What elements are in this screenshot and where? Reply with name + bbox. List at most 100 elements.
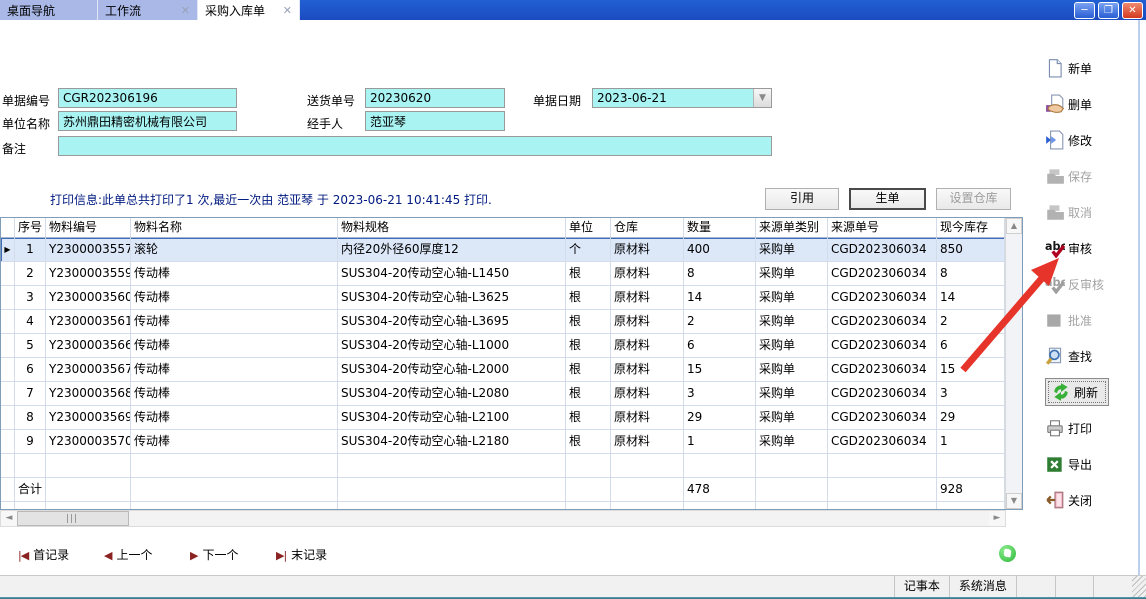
table-row[interactable]: 3Y2300003560传动棒SUS304-20传动空心轴-L3625根原材料1… bbox=[1, 286, 1022, 310]
table-row[interactable]: ▶1Y2300003557滚轮内径20外径60厚度12个原材料400采购单CGD… bbox=[1, 238, 1022, 262]
vertical-scrollbar[interactable]: ▲ ▼ bbox=[1005, 218, 1022, 509]
row-selector bbox=[1, 310, 15, 334]
sidebar-button-refresh[interactable]: 刷新 bbox=[1025, 374, 1138, 410]
scrollbar-thumb[interactable] bbox=[17, 511, 129, 526]
table-row[interactable]: 4Y2300003561传动棒SUS304-20传动空心轴-L3695根原材料2… bbox=[1, 310, 1022, 334]
remark-field[interactable] bbox=[58, 136, 772, 156]
column-header[interactable]: 现今库存 bbox=[937, 218, 1005, 238]
column-header[interactable]: 序号 bbox=[15, 218, 46, 238]
company-label: 单位名称 bbox=[2, 115, 50, 132]
scroll-right-icon[interactable]: ► bbox=[989, 511, 1005, 526]
sidebar-button-cancel: 取消 bbox=[1025, 194, 1138, 230]
table-cell bbox=[566, 502, 611, 510]
status-ok-icon bbox=[999, 545, 1016, 562]
table-row[interactable]: 5Y2300003566传动棒SUS304-20传动空心轴-L1000根原材料6… bbox=[1, 334, 1022, 358]
sidebar-button-delete-doc[interactable]: 删单 bbox=[1025, 86, 1138, 122]
chevron-down-icon[interactable]: ▼ bbox=[753, 89, 771, 107]
column-header[interactable]: 物料规格 bbox=[338, 218, 566, 238]
row-selector bbox=[1, 358, 15, 382]
last-record-icon: ▶| bbox=[276, 549, 286, 562]
column-header[interactable]: 来源单类别 bbox=[756, 218, 828, 238]
close-button[interactable]: ✕ bbox=[1122, 2, 1143, 19]
column-header[interactable]: 数量 bbox=[684, 218, 756, 238]
tab-purchase-inbound[interactable]: 采购入库单 ✕ bbox=[198, 0, 300, 20]
column-header[interactable]: 来源单号 bbox=[828, 218, 937, 238]
table-cell: 根 bbox=[566, 406, 611, 430]
sidebar-button-close-door[interactable]: 关闭 bbox=[1025, 482, 1138, 518]
unaudit-icon: abc bbox=[1045, 274, 1065, 294]
table-row[interactable]: 7Y2300003568传动棒SUS304-20传动空心轴-L2080根原材料3… bbox=[1, 382, 1022, 406]
table-cell bbox=[131, 502, 338, 510]
grid-body: 序号物料编号物料名称物料规格单位仓库数量来源单类别来源单号现今库存▶1Y2300… bbox=[1, 218, 1022, 510]
table-cell: CGD202306034 bbox=[828, 358, 937, 382]
table-cell: CGD202306034 bbox=[828, 262, 937, 286]
table-cell: 2 bbox=[15, 262, 46, 286]
previous-record-button[interactable]: ◀上一个 bbox=[104, 543, 152, 567]
tab-workflow[interactable]: 工作流 ✕ bbox=[98, 0, 198, 20]
doc-date-combo[interactable]: 2023-06-21 ▼ bbox=[592, 88, 772, 108]
table-row[interactable]: 2Y2300003559传动棒SUS304-20传动空心轴-L1450根原材料8… bbox=[1, 262, 1022, 286]
table-cell: CGD202306034 bbox=[828, 406, 937, 430]
scroll-down-icon[interactable]: ▼ bbox=[1006, 493, 1022, 509]
table-row[interactable]: 9Y2300003570传动棒SUS304-20传动空心轴-L2180根原材料1… bbox=[1, 430, 1022, 454]
last-record-button[interactable]: ▶|末记录 bbox=[276, 543, 327, 567]
table-cell: 根 bbox=[566, 382, 611, 406]
first-record-button[interactable]: |◀首记录 bbox=[18, 543, 69, 567]
sidebar-button-new-doc[interactable]: 新单 bbox=[1025, 50, 1138, 86]
sidebar-button-audit[interactable]: abc审核 bbox=[1025, 230, 1138, 266]
delivery-no-field[interactable] bbox=[365, 88, 505, 108]
horizontal-scrollbar[interactable]: ◄ ► bbox=[0, 510, 1006, 527]
minimize-button[interactable]: ─ bbox=[1074, 2, 1095, 19]
sidebar-button-edit-doc[interactable]: 修改 bbox=[1025, 122, 1138, 158]
table-cell: 根 bbox=[566, 310, 611, 334]
table-cell: 滚轮 bbox=[131, 238, 338, 262]
table-cell: 采购单 bbox=[756, 406, 828, 430]
tab-strip: 桌面导航 工作流 ✕ 采购入库单 ✕ bbox=[0, 0, 300, 20]
table-row[interactable]: 6Y2300003567传动棒SUS304-20传动空心轴-L2000根原材料1… bbox=[1, 358, 1022, 382]
close-tab-icon[interactable]: ✕ bbox=[283, 4, 292, 17]
sidebar-button-find[interactable]: 查找 bbox=[1025, 338, 1138, 374]
column-header[interactable]: 物料名称 bbox=[131, 218, 338, 238]
table-cell bbox=[937, 454, 1005, 478]
scroll-left-icon[interactable]: ◄ bbox=[1, 511, 17, 526]
table-cell: 采购单 bbox=[756, 286, 828, 310]
table-cell: 400 bbox=[684, 238, 756, 262]
column-header[interactable]: 仓库 bbox=[611, 218, 684, 238]
table-cell: CGD202306034 bbox=[828, 310, 937, 334]
sidebar-button-save: 保存 bbox=[1025, 158, 1138, 194]
table-cell: Y2300003559 bbox=[46, 262, 131, 286]
doc-no-field[interactable] bbox=[58, 88, 237, 108]
column-header[interactable]: 单位 bbox=[566, 218, 611, 238]
table-cell: 原材料 bbox=[611, 310, 684, 334]
sidebar-button-export[interactable]: 导出 bbox=[1025, 446, 1138, 482]
total-label: 合计 bbox=[15, 478, 46, 502]
sidebar-button-print[interactable]: 打印 bbox=[1025, 410, 1138, 446]
reference-button[interactable]: 引用 bbox=[765, 188, 839, 210]
table-cell: 8 bbox=[684, 262, 756, 286]
handler-field[interactable] bbox=[365, 111, 505, 131]
resize-grip[interactable] bbox=[1132, 576, 1146, 597]
company-field[interactable] bbox=[58, 111, 237, 131]
tab-desktop-nav[interactable]: 桌面导航 bbox=[0, 0, 98, 20]
restore-button[interactable]: ❐ bbox=[1098, 2, 1119, 19]
table-cell bbox=[611, 454, 684, 478]
table-cell: SUS304-20传动空心轴-L2180 bbox=[338, 430, 566, 454]
table-cell: 1 bbox=[937, 430, 1005, 454]
close-tab-icon[interactable]: ✕ bbox=[181, 4, 190, 17]
next-record-button[interactable]: ▶下一个 bbox=[190, 543, 238, 567]
sidebar-button-label: 批准 bbox=[1068, 312, 1092, 329]
table-cell: 2 bbox=[684, 310, 756, 334]
column-header[interactable]: 物料编号 bbox=[46, 218, 131, 238]
table-cell: CGD202306034 bbox=[828, 382, 937, 406]
table-cell: 3 bbox=[684, 382, 756, 406]
table-row[interactable]: 8Y2300003569传动棒SUS304-20传动空心轴-L2100根原材料2… bbox=[1, 406, 1022, 430]
save-icon bbox=[1045, 166, 1065, 186]
set-warehouse-button[interactable]: 设置仓库 bbox=[936, 188, 1011, 210]
sidebar-button-label: 关闭 bbox=[1068, 492, 1092, 509]
table-cell: 根 bbox=[566, 358, 611, 382]
generate-doc-button[interactable]: 生单 bbox=[849, 188, 926, 210]
sidebar-button-label: 修改 bbox=[1068, 132, 1092, 149]
sidebar-button-label: 刷新 bbox=[1074, 384, 1098, 401]
table-cell: 传动棒 bbox=[131, 406, 338, 430]
scroll-up-icon[interactable]: ▲ bbox=[1006, 218, 1022, 234]
